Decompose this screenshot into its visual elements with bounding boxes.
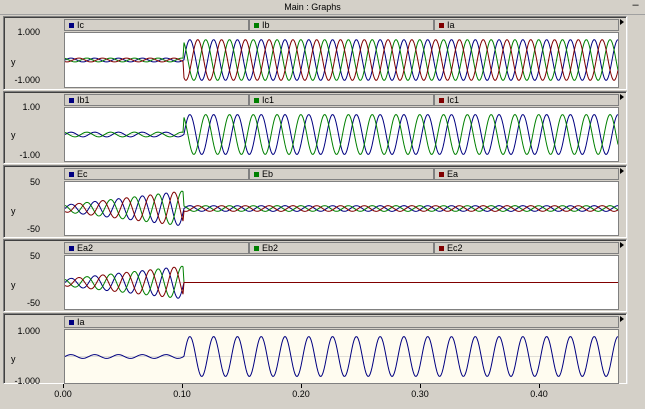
- graph-panel-2: Ib1 Ic1 Ic1 1.00 -1.00 y: [3, 91, 627, 164]
- y-max-label: 1.000: [17, 326, 40, 336]
- waveform-canvas: [65, 335, 618, 378]
- legend-label: Ec: [77, 169, 88, 179]
- legend-swatch: [254, 98, 259, 103]
- y-max-label: 1.00: [22, 102, 40, 112]
- waveform-canvas: [65, 38, 618, 82]
- y-min-label: -50: [26, 224, 40, 234]
- legend-item-3[interactable]: Ic1: [434, 94, 619, 106]
- legend-swatch: [439, 98, 444, 103]
- plot-area[interactable]: [64, 107, 619, 162]
- legend-item-1[interactable]: Ec: [64, 168, 249, 180]
- y-max-label: 1.000: [17, 27, 40, 37]
- legend-label: Ec2: [447, 243, 463, 253]
- legend-swatch: [439, 172, 444, 177]
- legend-swatch: [69, 246, 74, 251]
- legend-swatch: [254, 246, 259, 251]
- x-tick: [301, 384, 302, 388]
- expand-arrow-icon[interactable]: [620, 242, 624, 248]
- legend-swatch: [69, 320, 74, 325]
- legend-label: Ic1: [447, 95, 460, 105]
- legend-swatch: [69, 172, 74, 177]
- x-tick-label: 0.30: [411, 389, 429, 399]
- title-bar: Main : Graphs –: [0, 0, 645, 15]
- legend-item-2[interactable]: Eb2: [249, 242, 434, 254]
- legend-swatch: [254, 23, 259, 28]
- x-tick-label: 0.40: [530, 389, 548, 399]
- y-max-label: 50: [29, 177, 40, 187]
- legend-label: Ia: [77, 317, 85, 327]
- x-tick-label: 0.10: [173, 389, 191, 399]
- y-min-label: -1.00: [19, 150, 40, 160]
- x-tick-label: 0.00: [54, 389, 72, 399]
- x-axis: 0.00 0.10 0.20 0.30 0.40: [0, 384, 645, 409]
- waveform-canvas: [65, 265, 618, 299]
- legend-item-2[interactable]: Ib: [249, 19, 434, 31]
- legend-item-1[interactable]: Ic: [64, 19, 249, 31]
- x-tick: [63, 384, 64, 388]
- legend-swatch: [439, 246, 444, 251]
- legend-label: Ea2: [77, 243, 94, 253]
- y-axis-name: y: [11, 354, 16, 364]
- legend-item-2[interactable]: Eb: [249, 168, 434, 180]
- y-axis-name: y: [11, 130, 16, 140]
- legend-item-1[interactable]: Ea2: [64, 242, 249, 254]
- legend-label: Ic: [77, 20, 85, 30]
- graph-panel-1: Ic Ib Ia 1.000 -1.000 y: [3, 16, 627, 90]
- legend-item-2[interactable]: Ic1: [249, 94, 434, 106]
- legend-label: Ic1: [262, 95, 275, 105]
- legend-swatch: [254, 172, 259, 177]
- waveform-canvas: [65, 190, 618, 226]
- y-max-label: 50: [29, 251, 40, 261]
- y-min-label: -1.000: [14, 75, 40, 85]
- graph-panel-4: Ea2 Eb2 Ec2 50 -50 y: [3, 239, 627, 312]
- legend-swatch: [439, 23, 444, 28]
- plot-area[interactable]: [64, 32, 619, 88]
- plot-area[interactable]: [64, 255, 619, 310]
- expand-arrow-icon[interactable]: [620, 94, 624, 100]
- legend-item-3[interactable]: Ia: [434, 19, 619, 31]
- legend-label: Ia: [447, 20, 455, 30]
- legend-label: Ib1: [77, 95, 90, 105]
- legend-swatch: [69, 98, 74, 103]
- legend-label: Eb2: [262, 243, 279, 253]
- legend-swatch: [69, 23, 74, 28]
- plot-area[interactable]: [64, 181, 619, 236]
- window-title: Main : Graphs: [284, 2, 341, 12]
- legend-label: Ea: [447, 169, 459, 179]
- legend-label: Ib: [262, 20, 270, 30]
- x-tick: [420, 384, 421, 388]
- minimize-button[interactable]: –: [629, 0, 642, 12]
- vertical-scrollbar[interactable]: [627, 16, 644, 384]
- x-tick-label: 0.20: [292, 389, 310, 399]
- y-min-label: -50: [26, 298, 40, 308]
- y-axis-name: y: [11, 206, 16, 216]
- expand-arrow-icon[interactable]: [620, 19, 624, 25]
- waveform-canvas: [65, 113, 618, 156]
- legend-item-3[interactable]: Ec2: [434, 242, 619, 254]
- y-axis-name: y: [11, 57, 16, 67]
- graph-panel-5: Ia 1.000 -1.000 y: [3, 313, 627, 386]
- plot-area[interactable]: [64, 329, 619, 384]
- legend-item-3[interactable]: Ea: [434, 168, 619, 180]
- legend-item-1[interactable]: Ib1: [64, 94, 249, 106]
- x-tick: [539, 384, 540, 388]
- y-axis-name: y: [11, 280, 16, 290]
- legend-item-1[interactable]: Ia: [64, 316, 619, 328]
- expand-arrow-icon[interactable]: [620, 168, 624, 174]
- graph-panel-3: Ec Eb Ea 50 -50 y: [3, 165, 627, 238]
- x-tick: [182, 384, 183, 388]
- legend-label: Eb: [262, 169, 274, 179]
- expand-arrow-icon[interactable]: [620, 316, 624, 322]
